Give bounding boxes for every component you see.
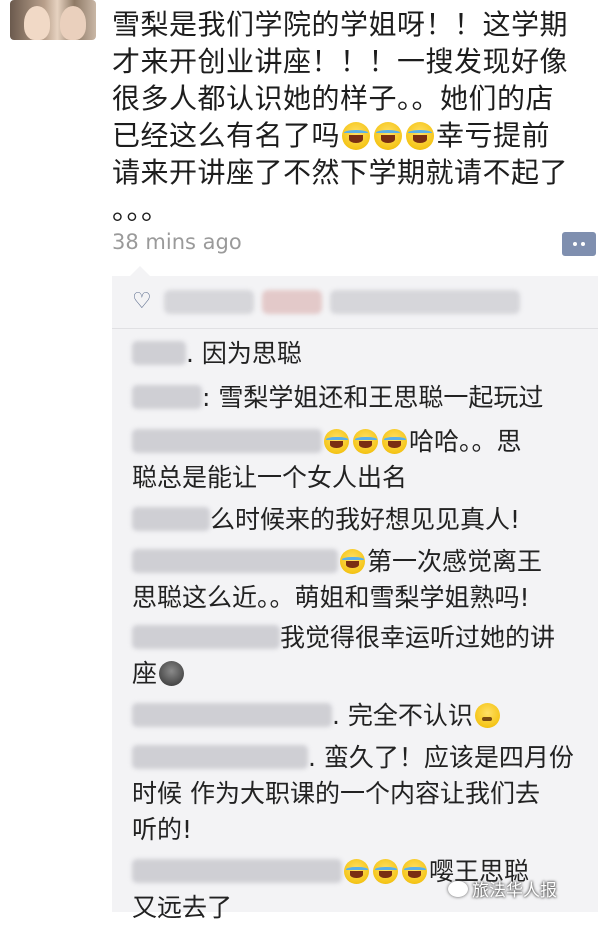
comment-text: 因为思聪 xyxy=(201,339,302,368)
tears-of-joy-emoji xyxy=(402,859,427,884)
comment-text: 蛮久了！应该是四月份 xyxy=(323,743,574,772)
post-line-text: 幸亏提前 xyxy=(436,119,551,152)
commenter-name-redacted[interactable] xyxy=(132,549,338,573)
tears-of-joy-emoji xyxy=(373,859,398,884)
post-line: 雪梨是我们学院的学姐呀！！这学期 xyxy=(112,8,569,41)
comment-line: : 雪梨学姐还和王思聪一起玩过 xyxy=(132,380,592,416)
comment-text: 座 xyxy=(132,659,158,688)
avatar-face-left xyxy=(24,6,50,40)
heart-icon[interactable]: ♡ xyxy=(132,291,152,313)
comment-separator: . xyxy=(332,701,348,730)
tears-of-joy-emoji xyxy=(406,122,435,150)
comment-button[interactable] xyxy=(562,232,596,256)
post-line: 已经这么有名了吗 幸亏提前 xyxy=(112,117,598,154)
comment-item: . 完全不认识 xyxy=(132,698,592,734)
comment-line: 时候 作为大职课的一个内容让我们去 xyxy=(132,779,540,808)
comment-separator: . xyxy=(186,339,202,368)
comment-icon-dot xyxy=(573,242,577,246)
comment-line: 么时候来的我好想见见真人! xyxy=(132,502,592,538)
comment-line: 聪总是能让一个女人出名 xyxy=(132,463,408,492)
comment-text: 雪梨学姐还和王思聪一起玩过 xyxy=(218,383,544,412)
comment-item: . 蛮久了！应该是四月份 时候 作为大职课的一个内容让我们去 听的! xyxy=(132,740,592,848)
liker-name-redacted xyxy=(262,290,322,314)
comment-separator: : xyxy=(202,383,219,412)
commenter-name-redacted[interactable] xyxy=(132,625,280,649)
commenter-name-redacted[interactable] xyxy=(132,429,322,453)
commenter-name-redacted[interactable] xyxy=(132,341,186,365)
comment-text: 我觉得很幸运听过她的讲 xyxy=(280,623,556,652)
commenter-name-redacted[interactable] xyxy=(132,859,342,883)
post-line: 很多人都认识她的样子。。她们的店 xyxy=(112,82,555,115)
comment-item: . 因为思聪 xyxy=(132,336,592,372)
comment-line: . 完全不认识 xyxy=(132,698,592,734)
tears-of-joy-emoji xyxy=(324,429,349,454)
comment-icon-dot xyxy=(581,242,585,246)
comment-line: . 因为思聪 xyxy=(132,336,592,372)
comment-text: 完全不认识 xyxy=(347,701,473,730)
commenter-name-redacted[interactable] xyxy=(132,745,308,769)
comment-line: 听的! xyxy=(132,815,193,844)
post-timestamp: 38 mins ago xyxy=(112,230,242,254)
user-avatar[interactable] xyxy=(10,0,96,40)
avatar-face-right xyxy=(60,6,86,40)
liker-name-redacted xyxy=(330,290,520,314)
thinking-emoji xyxy=(474,703,500,728)
comment-item: 么时候来的我好想见见真人! xyxy=(132,502,592,538)
comment-text: 哈哈。。思 xyxy=(409,427,522,456)
tears-of-joy-emoji xyxy=(342,122,371,150)
commenter-name-redacted[interactable] xyxy=(132,385,202,409)
tears-of-joy-emoji xyxy=(382,429,407,454)
tears-of-joy-emoji xyxy=(344,859,369,884)
liker-name-redacted xyxy=(164,290,254,314)
comment-line: 我觉得很幸运听过她的讲 xyxy=(132,620,592,656)
comment-item: 第一次感觉离王 思聪这么近。。萌姐和雪梨学姐熟吗! xyxy=(132,544,592,616)
comment-item: : 雪梨学姐还和王思聪一起玩过 xyxy=(132,380,592,416)
comment-line: . 蛮久了！应该是四月份 xyxy=(132,740,592,776)
post-line: 才来开创业讲座！！！一搜发现好像 xyxy=(112,45,569,78)
comment-line: 哈哈。。思 xyxy=(132,424,592,460)
comment-text: 么时候来的我好想见见真人! xyxy=(210,505,521,534)
post-line: 请来开讲座了不然下学期就请不起了 xyxy=(112,156,569,189)
likes-row: ♡ xyxy=(112,276,598,329)
watermark: 旅法华人报 xyxy=(448,876,557,901)
comment-separator: . xyxy=(308,743,324,772)
post-line: 。。。 xyxy=(112,193,170,226)
post-body: 雪梨是我们学院的学姐呀！！这学期 才来开创业讲座！！！一搜发现好像 很多人都认识… xyxy=(112,6,598,228)
tears-of-joy-emoji xyxy=(353,429,378,454)
watermark-text: 旅法华人报 xyxy=(472,881,557,901)
comment-text: 第一次感觉离王 xyxy=(367,547,543,576)
comment-line: 座 xyxy=(132,656,592,692)
tears-of-joy-emoji xyxy=(374,122,403,150)
tears-of-joy-emoji xyxy=(340,549,365,574)
post-line-text: 已经这么有名了吗 xyxy=(112,119,341,152)
commenter-name-redacted[interactable] xyxy=(132,703,332,727)
wechat-logo-icon xyxy=(448,880,468,897)
comment-line: 思聪这么近。。萌姐和雪梨学姐熟吗! xyxy=(132,583,530,612)
comments-panel: ♡ . 因为思聪 : 雪梨学姐还和王思聪一起玩过 哈哈。。思 聪总是能让一个女人… xyxy=(112,266,598,922)
commenter-name-redacted[interactable] xyxy=(132,507,210,531)
comment-item: 哈哈。。思 聪总是能让一个女人出名 xyxy=(132,424,592,496)
comment-item: 我觉得很幸运听过她的讲 座 xyxy=(132,620,592,692)
comment-line: 第一次感觉离王 xyxy=(132,544,592,580)
new-moon-face-emoji xyxy=(159,661,185,686)
